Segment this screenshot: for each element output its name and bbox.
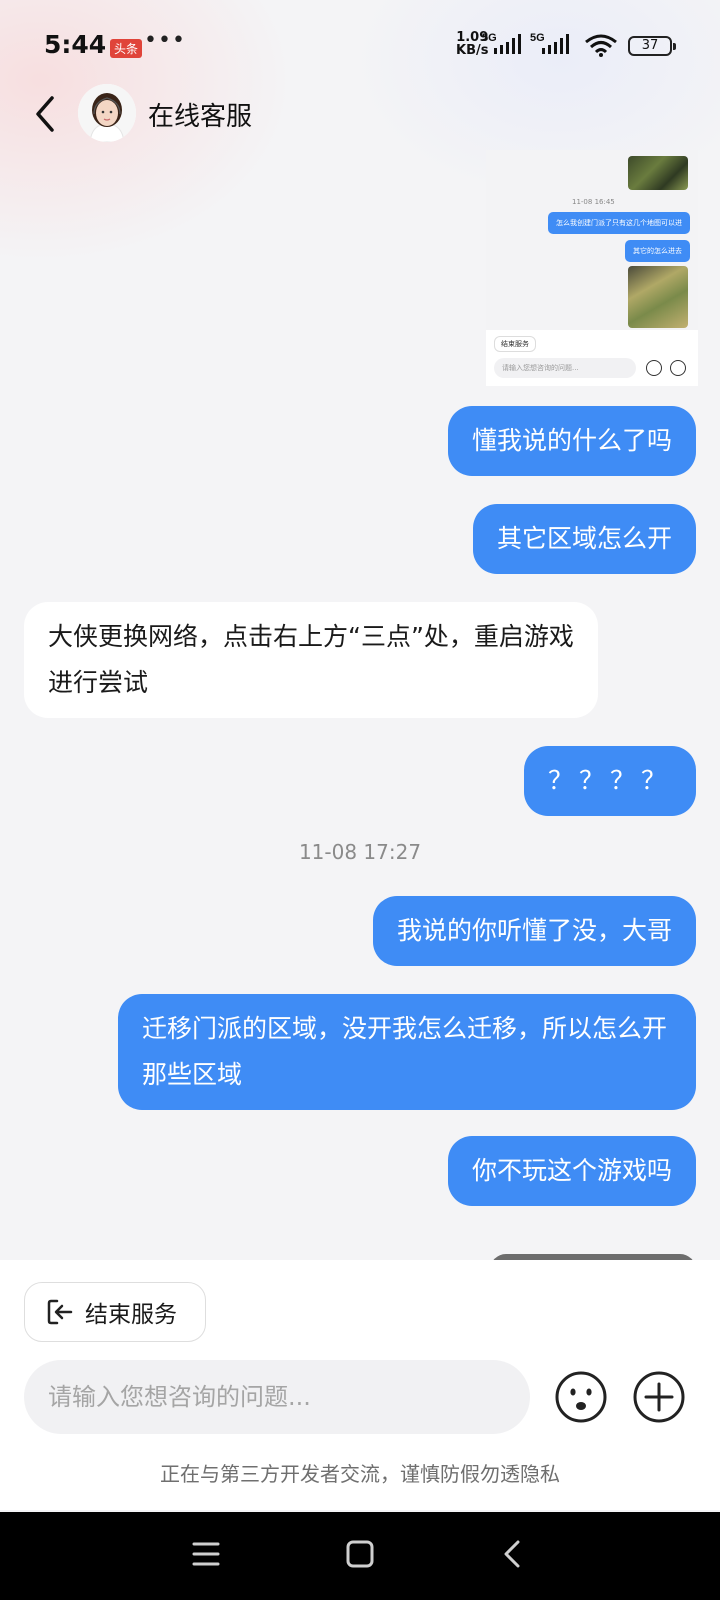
- screenshot-plus-icon: [670, 360, 686, 376]
- network-label-2: 5G: [530, 32, 545, 44]
- screenshot-bubble: 其它的怎么进去: [625, 240, 690, 262]
- plus-button[interactable]: [632, 1370, 686, 1424]
- wifi-icon: [585, 34, 617, 57]
- agent-avatar: [78, 84, 136, 142]
- signal-5g-icon-2: 5G: [530, 32, 569, 54]
- end-service-label: 结束服务: [85, 1302, 177, 1328]
- back-icon[interactable]: [498, 1538, 530, 1570]
- message-bubble-sent[interactable]: 你不玩这个游戏吗: [447, 1136, 696, 1206]
- message-bubble-sent[interactable]: 我说的你听懂了没，大哥: [372, 896, 696, 966]
- input-panel: 结束服务 正在与第三方开发者交流，谨慎防假勿透隐私: [0, 1260, 720, 1510]
- message-input[interactable]: [24, 1360, 530, 1434]
- map-thumbnail-top: [628, 156, 688, 190]
- map-thumbnail-bottom: [628, 266, 688, 328]
- chat-messages[interactable]: 11-08 16:45 怎么我创建门派了只有这几个地图可以进 其它的怎么进去 结…: [0, 150, 720, 1260]
- page-title: 在线客服: [148, 102, 253, 132]
- signal-5g-icon: 5G: [482, 32, 521, 54]
- message-bubble-received[interactable]: 大侠更换网络，点击右上方“三点”处，重启游戏进行尝试: [24, 602, 598, 718]
- screenshot-bubble: 怎么我创建门派了只有这几个地图可以进: [548, 212, 690, 234]
- screenshot-emoji-icon: [646, 360, 662, 376]
- privacy-disclaimer: 正在与第三方开发者交流，谨慎防假勿透隐私: [160, 1462, 560, 1486]
- emoji-button[interactable]: [554, 1370, 608, 1424]
- message-bubble-sent[interactable]: 其它区域怎么开: [472, 504, 696, 574]
- screenshot-end-service: 结束服务: [494, 336, 536, 352]
- menu-icon[interactable]: [190, 1538, 222, 1570]
- news-app-badge: 头条: [110, 39, 143, 58]
- message-bubble-sent[interactable]: ？？？？: [523, 746, 696, 816]
- battery-icon: 37: [628, 36, 676, 56]
- end-service-button[interactable]: 结束服务: [24, 1282, 206, 1342]
- screenshot-input: 请输入您想咨询的问题...: [494, 358, 636, 378]
- back-chevron-icon[interactable]: [28, 92, 64, 136]
- chat-header: 在线客服: [0, 80, 720, 150]
- system-nav-bar: [0, 1512, 720, 1600]
- more-notifications-icon: •••: [144, 28, 186, 53]
- home-icon[interactable]: [344, 1538, 376, 1570]
- message-bubble-sent[interactable]: 迁移门派的区域，没开我怎么迁移，所以怎么开那些区域: [118, 994, 696, 1110]
- message-bubble-sent[interactable]: 懂我说的什么了吗: [447, 406, 696, 476]
- chat-timestamp: 11-08 17:27: [298, 840, 422, 864]
- exit-icon: [47, 1299, 73, 1325]
- screenshot-image-message[interactable]: 11-08 16:45 怎么我创建门派了只有这几个地图可以进 其它的怎么进去 结…: [486, 150, 698, 386]
- screenshot-footer: 结束服务 请输入您想咨询的问题...: [486, 330, 698, 386]
- status-bar: 5:44 头条 ••• 1.09 KB/s 5G 5G 37: [0, 0, 720, 90]
- status-time: 5:44: [44, 30, 107, 59]
- screenshot-timestamp: 11-08 16:45: [572, 198, 615, 206]
- network-label-1: 5G: [482, 32, 497, 44]
